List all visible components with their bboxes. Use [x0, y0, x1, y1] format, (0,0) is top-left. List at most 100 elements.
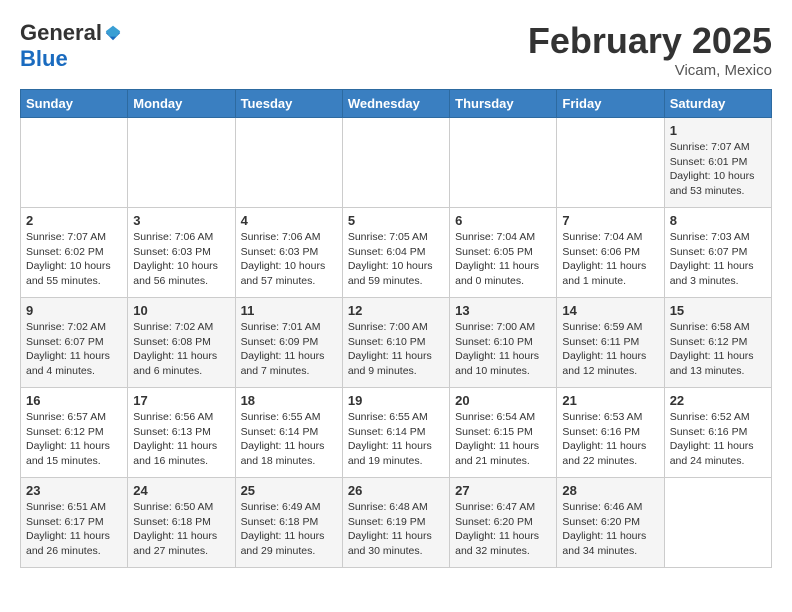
day-number: 12	[348, 303, 444, 318]
day-number: 14	[562, 303, 658, 318]
calendar-cell	[342, 118, 449, 208]
calendar-cell: 5 Sunrise: 7:05 AM Sunset: 6:04 PM Daylig…	[342, 208, 449, 298]
day-number: 11	[241, 303, 337, 318]
day-info: Sunrise: 6:53 AM Sunset: 6:16 PM Dayligh…	[562, 410, 658, 469]
calendar-cell: 27 Sunrise: 6:47 AM Sunset: 6:20 PM Dayli…	[450, 478, 557, 568]
calendar-cell: 25 Sunrise: 6:49 AM Sunset: 6:18 PM Dayli…	[235, 478, 342, 568]
day-info: Sunrise: 7:07 AM Sunset: 6:01 PM Dayligh…	[670, 140, 766, 199]
day-info: Sunrise: 6:49 AM Sunset: 6:18 PM Dayligh…	[241, 500, 337, 559]
day-info: Sunrise: 7:04 AM Sunset: 6:06 PM Dayligh…	[562, 230, 658, 289]
day-info: Sunrise: 7:05 AM Sunset: 6:04 PM Dayligh…	[348, 230, 444, 289]
day-info: Sunrise: 7:01 AM Sunset: 6:09 PM Dayligh…	[241, 320, 337, 379]
day-number: 26	[348, 483, 444, 498]
calendar-cell: 10 Sunrise: 7:02 AM Sunset: 6:08 PM Dayli…	[128, 298, 235, 388]
day-number: 9	[26, 303, 122, 318]
day-number: 8	[670, 213, 766, 228]
calendar-cell: 18 Sunrise: 6:55 AM Sunset: 6:14 PM Dayli…	[235, 388, 342, 478]
day-info: Sunrise: 6:48 AM Sunset: 6:19 PM Dayligh…	[348, 500, 444, 559]
calendar-cell: 3 Sunrise: 7:06 AM Sunset: 6:03 PM Daylig…	[128, 208, 235, 298]
day-header-friday: Friday	[557, 90, 664, 118]
calendar-table: SundayMondayTuesdayWednesdayThursdayFrid…	[20, 89, 772, 568]
day-number: 7	[562, 213, 658, 228]
logo-general: General	[20, 20, 102, 46]
calendar-cell: 12 Sunrise: 7:00 AM Sunset: 6:10 PM Dayli…	[342, 298, 449, 388]
calendar-cell	[450, 118, 557, 208]
calendar-cell: 9 Sunrise: 7:02 AM Sunset: 6:07 PM Daylig…	[21, 298, 128, 388]
day-info: Sunrise: 7:07 AM Sunset: 6:02 PM Dayligh…	[26, 230, 122, 289]
calendar-cell: 20Sunrise: 6:54 AM Sunset: 6:15 PM Dayli…	[450, 388, 557, 478]
calendar-week-5: 23Sunrise: 6:51 AM Sunset: 6:17 PM Dayli…	[21, 478, 772, 568]
title-block: February 2025 Vicam, Mexico	[528, 20, 772, 79]
day-number: 2	[26, 213, 122, 228]
calendar-cell: 17 Sunrise: 6:56 AM Sunset: 6:13 PM Dayli…	[128, 388, 235, 478]
logo-icon	[104, 24, 122, 42]
day-info: Sunrise: 7:06 AM Sunset: 6:03 PM Dayligh…	[133, 230, 229, 289]
day-info: Sunrise: 6:50 AM Sunset: 6:18 PM Dayligh…	[133, 500, 229, 559]
calendar-week-3: 9 Sunrise: 7:02 AM Sunset: 6:07 PM Daylig…	[21, 298, 772, 388]
calendar-cell: 28Sunrise: 6:46 AM Sunset: 6:20 PM Dayli…	[557, 478, 664, 568]
day-number: 16	[26, 393, 122, 408]
calendar-cell	[235, 118, 342, 208]
calendar-cell: 7 Sunrise: 7:04 AM Sunset: 6:06 PM Daylig…	[557, 208, 664, 298]
day-number: 22	[670, 393, 766, 408]
day-header-tuesday: Tuesday	[235, 90, 342, 118]
logo: General Blue	[20, 20, 122, 72]
day-info: Sunrise: 6:55 AM Sunset: 6:14 PM Dayligh…	[348, 410, 444, 469]
day-number: 17	[133, 393, 229, 408]
calendar-cell: 8 Sunrise: 7:03 AM Sunset: 6:07 PM Daylig…	[664, 208, 771, 298]
calendar-cell: 26 Sunrise: 6:48 AM Sunset: 6:19 PM Dayli…	[342, 478, 449, 568]
day-info: Sunrise: 6:51 AM Sunset: 6:17 PM Dayligh…	[26, 500, 122, 559]
calendar-header-row: SundayMondayTuesdayWednesdayThursdayFrid…	[21, 90, 772, 118]
day-info: Sunrise: 7:00 AM Sunset: 6:10 PM Dayligh…	[455, 320, 551, 379]
day-info: Sunrise: 6:46 AM Sunset: 6:20 PM Dayligh…	[562, 500, 658, 559]
day-header-wednesday: Wednesday	[342, 90, 449, 118]
day-number: 25	[241, 483, 337, 498]
calendar-week-4: 16 Sunrise: 6:57 AM Sunset: 6:12 PM Dayli…	[21, 388, 772, 478]
day-info: Sunrise: 6:57 AM Sunset: 6:12 PM Dayligh…	[26, 410, 122, 469]
calendar-cell	[664, 478, 771, 568]
calendar-cell	[557, 118, 664, 208]
calendar-cell: 13 Sunrise: 7:00 AM Sunset: 6:10 PM Dayli…	[450, 298, 557, 388]
calendar-cell: 16 Sunrise: 6:57 AM Sunset: 6:12 PM Dayli…	[21, 388, 128, 478]
day-info: Sunrise: 6:47 AM Sunset: 6:20 PM Dayligh…	[455, 500, 551, 559]
calendar-cell: 11 Sunrise: 7:01 AM Sunset: 6:09 PM Dayli…	[235, 298, 342, 388]
calendar-cell: 22Sunrise: 6:52 AM Sunset: 6:16 PM Dayli…	[664, 388, 771, 478]
day-number: 19	[348, 393, 444, 408]
day-number: 24	[133, 483, 229, 498]
day-header-sunday: Sunday	[21, 90, 128, 118]
calendar-week-1: 1 Sunrise: 7:07 AM Sunset: 6:01 PM Daylig…	[21, 118, 772, 208]
calendar-cell: 14 Sunrise: 6:59 AM Sunset: 6:11 PM Dayli…	[557, 298, 664, 388]
month-title: February 2025	[528, 20, 772, 62]
day-number: 10	[133, 303, 229, 318]
calendar-cell: 4Sunrise: 7:06 AM Sunset: 6:03 PM Daylig…	[235, 208, 342, 298]
day-number: 18	[241, 393, 337, 408]
logo-blue-text: Blue	[20, 46, 68, 72]
day-header-thursday: Thursday	[450, 90, 557, 118]
day-info: Sunrise: 7:02 AM Sunset: 6:08 PM Dayligh…	[133, 320, 229, 379]
calendar-cell	[21, 118, 128, 208]
day-info: Sunrise: 6:55 AM Sunset: 6:14 PM Dayligh…	[241, 410, 337, 469]
day-info: Sunrise: 7:04 AM Sunset: 6:05 PM Dayligh…	[455, 230, 551, 289]
location: Vicam, Mexico	[528, 62, 772, 79]
day-number: 4	[241, 213, 337, 228]
day-info: Sunrise: 6:59 AM Sunset: 6:11 PM Dayligh…	[562, 320, 658, 379]
day-number: 1	[670, 123, 766, 138]
calendar-cell: 19 Sunrise: 6:55 AM Sunset: 6:14 PM Dayli…	[342, 388, 449, 478]
day-info: Sunrise: 6:54 AM Sunset: 6:15 PM Dayligh…	[455, 410, 551, 469]
day-info: Sunrise: 7:02 AM Sunset: 6:07 PM Dayligh…	[26, 320, 122, 379]
day-number: 15	[670, 303, 766, 318]
day-info: Sunrise: 7:03 AM Sunset: 6:07 PM Dayligh…	[670, 230, 766, 289]
day-number: 5	[348, 213, 444, 228]
calendar-cell: 24 Sunrise: 6:50 AM Sunset: 6:18 PM Dayli…	[128, 478, 235, 568]
day-number: 21	[562, 393, 658, 408]
calendar-cell	[128, 118, 235, 208]
day-number: 3	[133, 213, 229, 228]
day-info: Sunrise: 7:00 AM Sunset: 6:10 PM Dayligh…	[348, 320, 444, 379]
page-header: General Blue February 2025 Vicam, Mexico	[20, 20, 772, 79]
calendar-cell: 2 Sunrise: 7:07 AM Sunset: 6:02 PM Daylig…	[21, 208, 128, 298]
day-number: 27	[455, 483, 551, 498]
day-header-monday: Monday	[128, 90, 235, 118]
day-number: 13	[455, 303, 551, 318]
day-info: Sunrise: 6:56 AM Sunset: 6:13 PM Dayligh…	[133, 410, 229, 469]
calendar-cell: 23Sunrise: 6:51 AM Sunset: 6:17 PM Dayli…	[21, 478, 128, 568]
